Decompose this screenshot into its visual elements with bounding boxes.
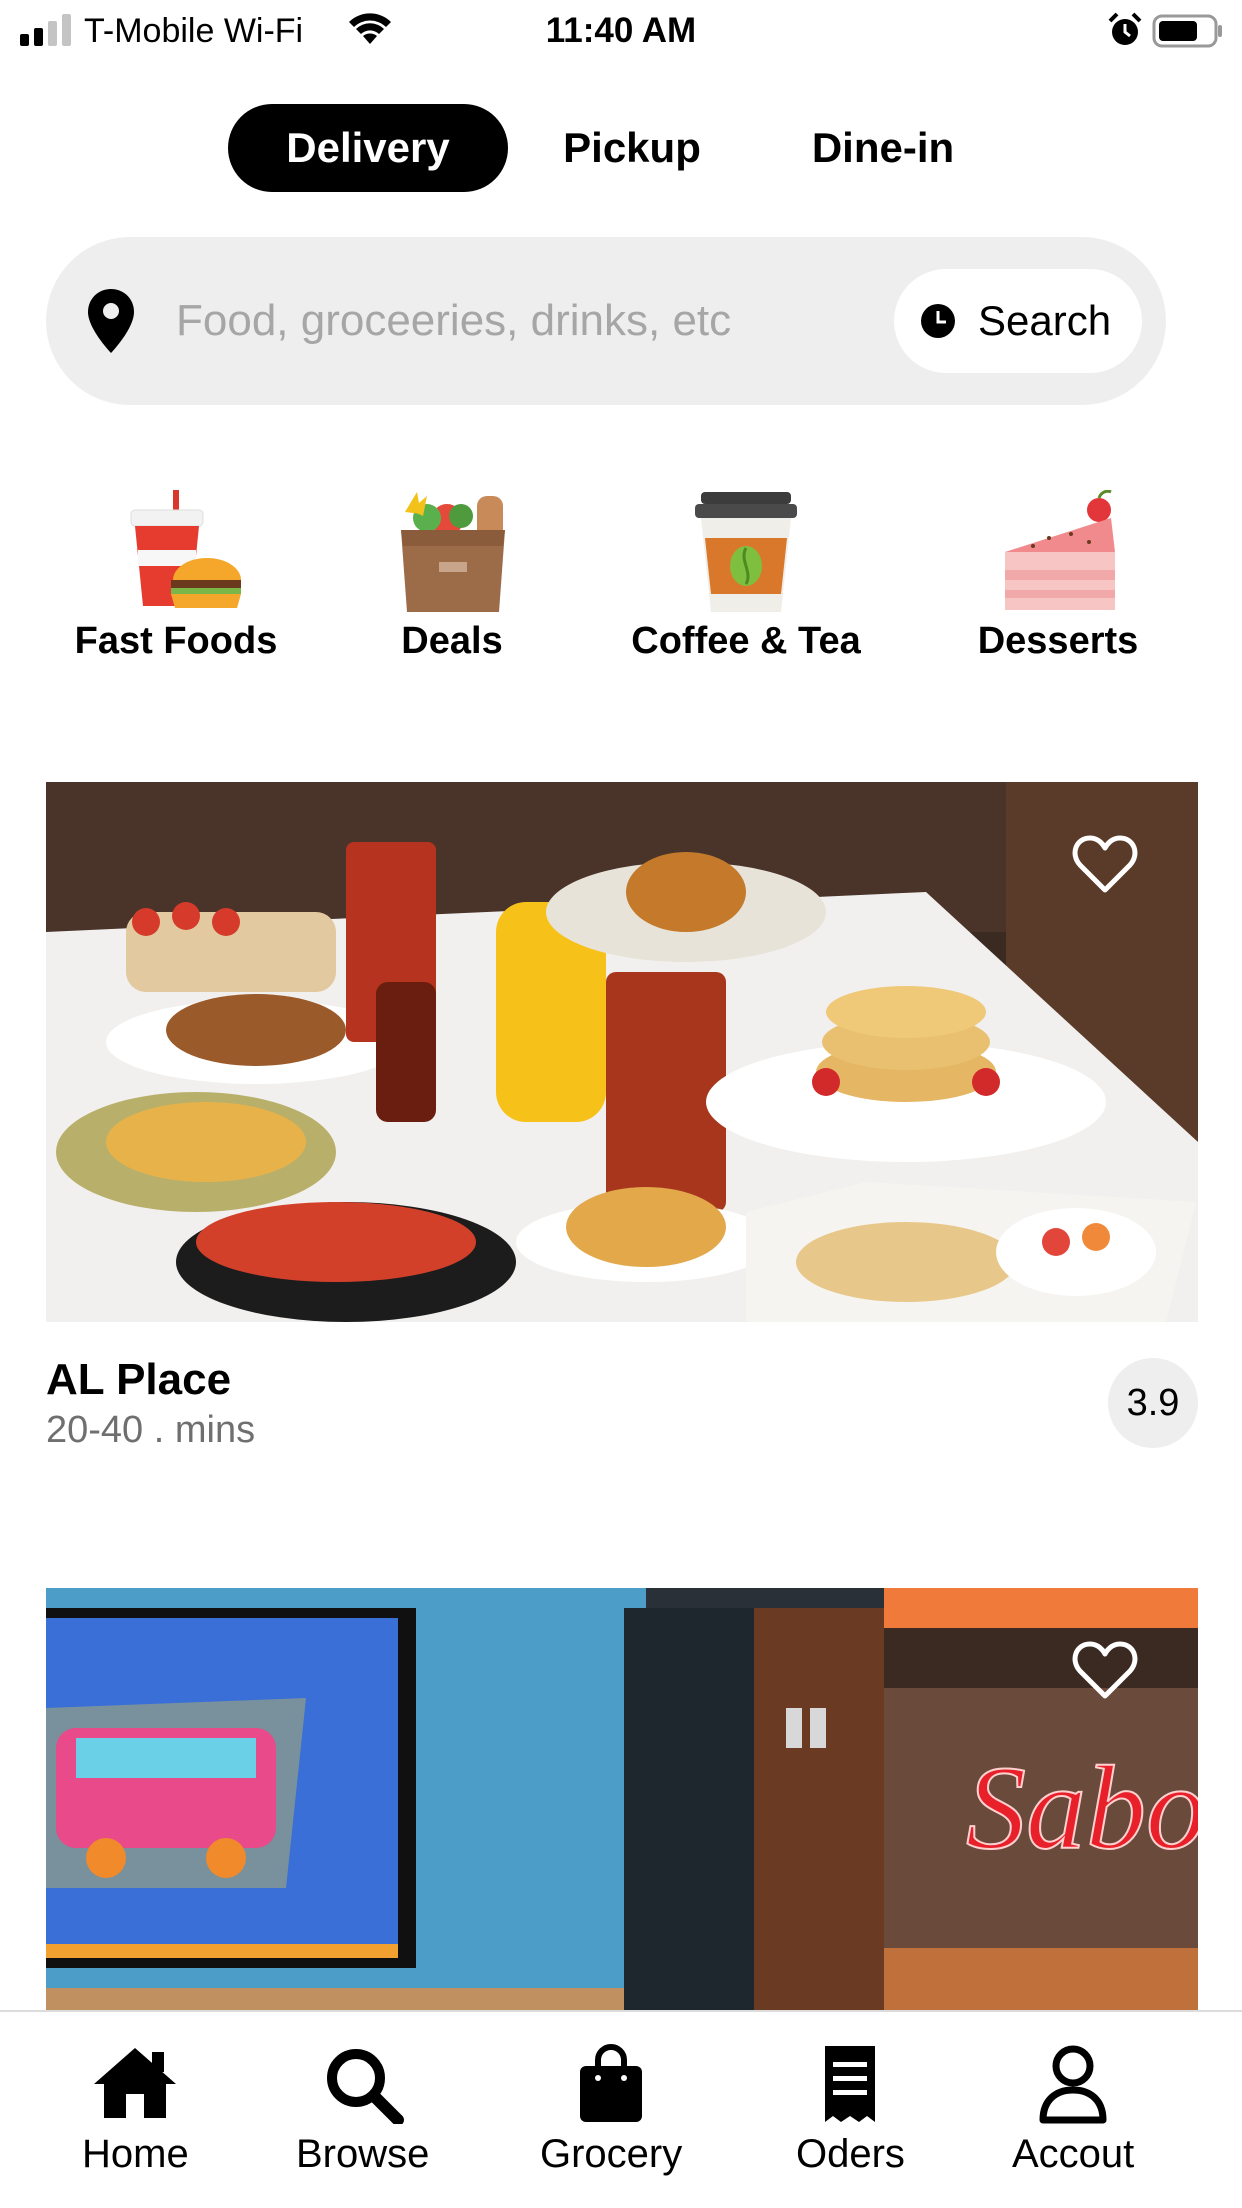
category-deals[interactable]: Deals bbox=[312, 490, 592, 663]
search-icon bbox=[326, 2049, 404, 2124]
user-icon bbox=[1039, 2045, 1107, 2124]
nav-label: Browse bbox=[296, 2132, 430, 2176]
search-bar: Search bbox=[46, 237, 1166, 405]
restaurant-photo[interactable] bbox=[46, 782, 1198, 1322]
receipt-icon bbox=[825, 2046, 876, 2122]
category-label: Coffee & Tea bbox=[631, 620, 861, 662]
category-label: Fast Foods bbox=[74, 620, 278, 662]
search-input[interactable] bbox=[176, 287, 796, 355]
nav-account[interactable]: Accout bbox=[1012, 2044, 1134, 2178]
restaurant-interior-image: Sabor bbox=[46, 1588, 1198, 2010]
category-coffee-tea[interactable]: Coffee & Tea bbox=[606, 490, 886, 663]
favorite-heart-icon[interactable] bbox=[1072, 834, 1138, 894]
bottom-navigation: Home Browse Grocery Oders Accout bbox=[0, 2010, 1242, 2208]
category-fast-foods[interactable]: Fast Foods bbox=[36, 490, 316, 663]
favorite-heart-icon[interactable] bbox=[1072, 1640, 1138, 1700]
coffee-cup-icon bbox=[695, 492, 797, 612]
clock-icon bbox=[921, 304, 955, 338]
cake-slice-icon bbox=[1005, 490, 1115, 610]
fast-food-icon bbox=[130, 490, 241, 608]
nav-label: Grocery bbox=[540, 2132, 683, 2176]
restaurant-sign: Sabor bbox=[966, 1741, 1198, 1874]
delivery-time: 20-40 . mins bbox=[46, 1409, 256, 1451]
alarm-icon bbox=[1108, 12, 1142, 45]
order-mode-tabs: Delivery Pickup Dine-in bbox=[0, 104, 1242, 192]
category-label: Desserts bbox=[977, 620, 1139, 662]
restaurant-photo[interactable]: Sabor bbox=[46, 1588, 1198, 2010]
rating-badge: 3.9 bbox=[1108, 1358, 1198, 1448]
nav-browse[interactable]: Browse bbox=[296, 2044, 429, 2178]
category-desserts[interactable]: Desserts bbox=[918, 490, 1198, 663]
battery-icon bbox=[1152, 14, 1222, 48]
status-bar: T-Mobile Wi-Fi 11:40 AM bbox=[0, 0, 1242, 62]
home-icon bbox=[94, 2048, 177, 2118]
grocery-bag-icon bbox=[401, 492, 505, 612]
nav-grocery[interactable]: Grocery bbox=[540, 2044, 682, 2178]
tab-delivery[interactable]: Delivery bbox=[228, 104, 508, 192]
nav-orders[interactable]: Oders bbox=[796, 2044, 905, 2178]
food-spread-image bbox=[46, 782, 1198, 1322]
nav-label: Home bbox=[82, 2132, 189, 2176]
restaurant-name[interactable]: AL Place bbox=[46, 1354, 231, 1406]
category-label: Deals bbox=[401, 620, 503, 662]
category-row: Fast Foods Deals Coffee & Tea Desserts bbox=[0, 490, 1242, 670]
search-button[interactable]: Search bbox=[894, 269, 1142, 373]
tab-dine-in[interactable]: Dine-in bbox=[780, 104, 986, 192]
nav-home[interactable]: Home bbox=[82, 2044, 189, 2178]
nav-label: Accout bbox=[1012, 2132, 1135, 2176]
location-pin-icon[interactable] bbox=[86, 287, 136, 355]
status-time: 11:40 AM bbox=[545, 11, 697, 50]
tab-pickup[interactable]: Pickup bbox=[540, 104, 724, 192]
search-button-label: Search bbox=[978, 297, 1112, 344]
nav-label: Oders bbox=[796, 2132, 905, 2176]
shopping-bag-icon bbox=[580, 2044, 643, 2122]
